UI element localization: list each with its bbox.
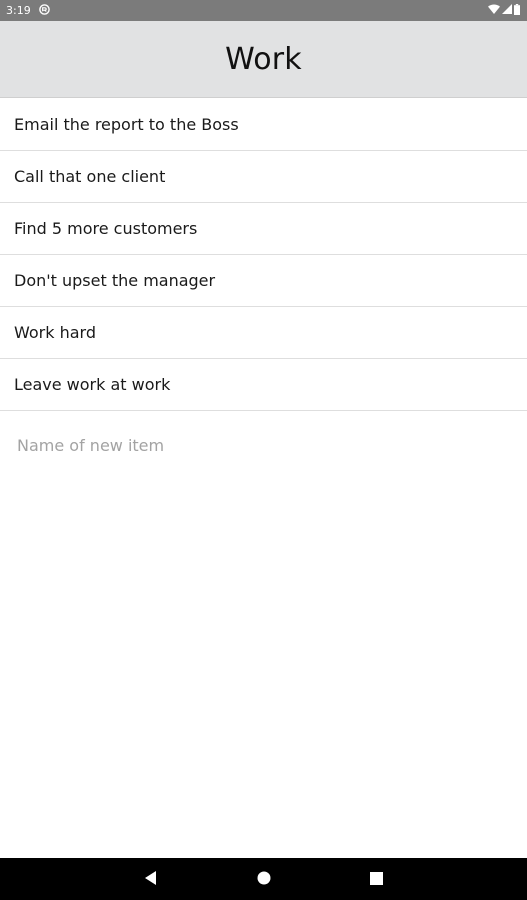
list-item-label: Leave work at work: [14, 375, 171, 394]
list-item[interactable]: Find 5 more customers: [0, 203, 527, 255]
status-right: [488, 3, 520, 18]
status-time: 3:19: [6, 4, 31, 17]
home-button[interactable]: [244, 858, 284, 900]
new-item-row: [0, 423, 527, 467]
list-item[interactable]: Don't upset the manager: [0, 255, 527, 307]
wifi-icon: [488, 4, 500, 17]
home-circle-icon: [257, 870, 271, 889]
recents-button[interactable]: [356, 858, 396, 900]
list-item-label: Call that one client: [14, 167, 166, 186]
list-item[interactable]: Work hard: [0, 307, 527, 359]
status-left: 3:19: [6, 3, 50, 18]
list-item-label: Find 5 more customers: [14, 219, 198, 238]
list-item-label: Email the report to the Boss: [14, 115, 239, 134]
app-bar: Work: [0, 21, 527, 98]
list-item[interactable]: Email the report to the Boss: [0, 99, 527, 151]
navigation-bar: [0, 858, 527, 900]
screen: 3:19 Work Email the report to the Boss C…: [0, 0, 527, 900]
back-triangle-icon: [145, 870, 157, 889]
list-item[interactable]: Leave work at work: [0, 359, 527, 411]
list-item[interactable]: Call that one client: [0, 151, 527, 203]
recents-square-icon: [369, 870, 383, 889]
app-notification-icon: [38, 3, 50, 18]
cellular-signal-icon: [502, 4, 512, 17]
page-title: Work: [225, 41, 302, 77]
list-item-label: Work hard: [14, 323, 96, 342]
back-button[interactable]: [131, 858, 171, 900]
list-item-label: Don't upset the manager: [14, 271, 216, 290]
new-item-input[interactable]: [17, 435, 507, 455]
status-bar: 3:19: [0, 0, 527, 21]
todo-list: Email the report to the Boss Call that o…: [0, 99, 527, 411]
battery-icon: [514, 3, 520, 18]
